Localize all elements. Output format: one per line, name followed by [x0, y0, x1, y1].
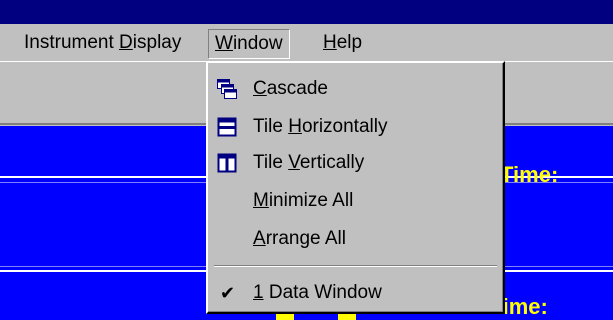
menu-item-data-window[interactable]: ✔ 1 Data Window [208, 277, 503, 309]
menu-item-cascade[interactable]: Cascade [208, 73, 503, 105]
menu-mnemonic: D [119, 32, 133, 53]
menu-item-minimize-all[interactable]: Minimize All [208, 185, 503, 217]
window-menu-dropdown: Cascade Tile Horizontally Tile Verticall… [206, 61, 505, 314]
menu-item-label: Tile Horizontally [253, 116, 388, 137]
menu-separator [214, 265, 497, 267]
menu-item-tile-vertically[interactable]: Tile Vertically [208, 147, 503, 179]
menu-item-label: Minimize All [253, 190, 354, 211]
menu-item-label: 1 Data Window [253, 282, 382, 303]
menu-mnemonic: H [323, 32, 337, 53]
menu-instrument-display[interactable]: Instrument Display [18, 29, 187, 57]
menu-item-label: Tile Vertically [253, 152, 365, 173]
menu-item-label: Cascade [253, 78, 329, 99]
menu-label: elp [336, 32, 363, 53]
menu-help[interactable]: Help [317, 29, 368, 57]
tile-horizontal-icon [217, 117, 237, 137]
cascade-icon [217, 79, 237, 99]
menu-item-label: Arrange All [253, 228, 346, 249]
tile-vertical-icon [217, 153, 237, 173]
checkmark-icon: ✔ [220, 283, 236, 303]
menu-label: isplay [132, 32, 182, 53]
menu-item-arrange-all[interactable]: Arrange All [208, 223, 503, 255]
menu-bar: Instrument Display Window Help [0, 24, 613, 61]
menu-window[interactable]: Window [208, 29, 290, 59]
title-bar [0, 0, 613, 24]
menu-label: Instrument [24, 32, 120, 53]
menu-item-tile-horizontally[interactable]: Tile Horizontally [208, 111, 503, 143]
menu-mnemonic: W [215, 33, 233, 54]
menu-label: indow [232, 33, 283, 54]
time-label: Time: [500, 162, 559, 187]
